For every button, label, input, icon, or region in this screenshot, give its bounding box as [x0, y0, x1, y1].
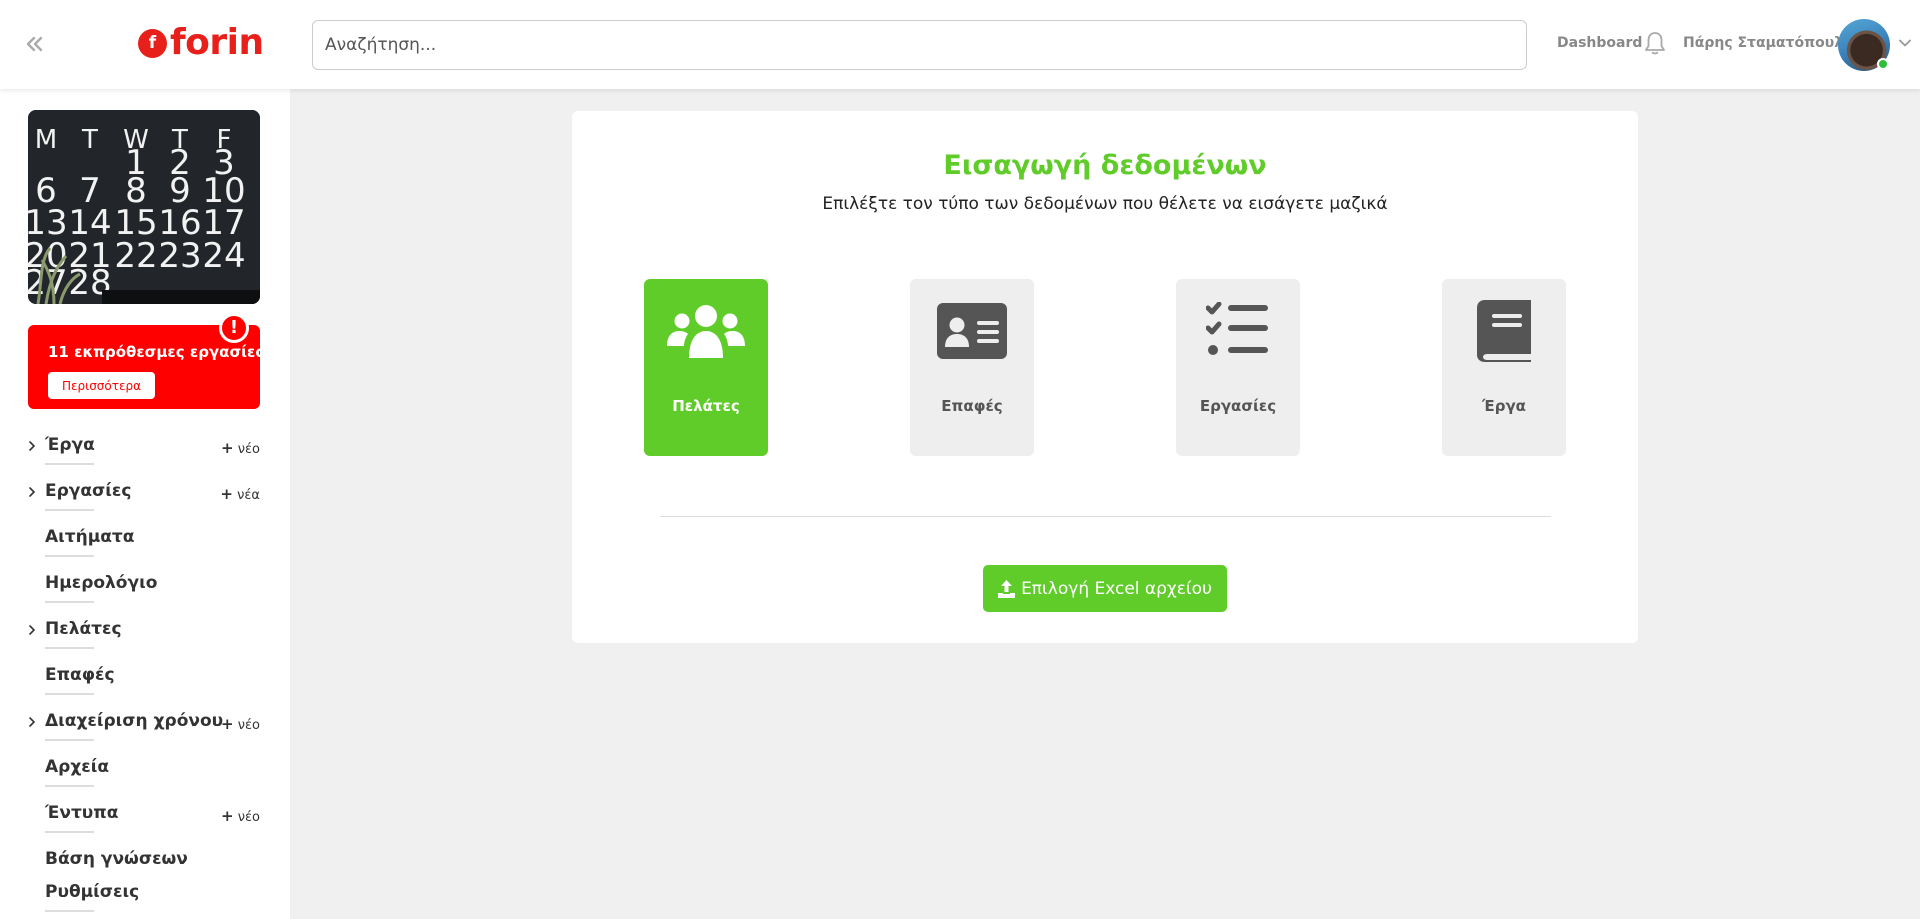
sidebar-item-label: Έντυπα [45, 803, 119, 823]
type-tile-tasks[interactable]: Εργασίες [1176, 279, 1300, 456]
add-new-label: νέο [237, 810, 260, 825]
book-icon [1477, 300, 1531, 362]
logo-mark-icon: f [138, 28, 167, 58]
sidebar-item[interactable]: Έργα + νέο [0, 427, 290, 473]
item-underline [45, 910, 94, 912]
item-underline [45, 463, 94, 465]
page-subtitle: Επιλέξτε τον τύπο των δεδομένων που θέλε… [822, 194, 1388, 214]
calendar-image: M T W T F 1 2 3 6 7 8 9 10 13 14 15 16 17 20 21 22 23 24 27 28 [28, 110, 260, 304]
alert-exclamation-icon: ! [219, 313, 249, 343]
plus-icon: + [220, 485, 233, 503]
divider [660, 516, 1551, 517]
select-excel-label: Επιλογή Excel αρχείου [1021, 578, 1212, 599]
calendar-number: 23 [158, 236, 201, 276]
type-label: Έργα [1482, 397, 1526, 415]
upload-icon [998, 579, 1016, 598]
calendar-number: T [81, 125, 98, 155]
app-logo[interactable]: f forin [138, 22, 264, 64]
chevron-right-icon[interactable] [27, 486, 37, 498]
item-underline [45, 739, 94, 741]
task-list-icon [1206, 302, 1268, 355]
sidebar-nav: Έργα + νέο Εργασίες + νέα Αιτήματα Ημερολόγιο… [0, 427, 290, 919]
sidebar-item[interactable]: Επαφές [0, 657, 290, 703]
plus-icon: + [221, 439, 234, 457]
sidebar-item[interactable]: Διαχείριση χρόνου + νέο [0, 703, 290, 749]
add-new-link[interactable]: + νέο [221, 807, 260, 825]
item-underline [45, 785, 94, 787]
sidebar-item[interactable]: Εργασίες + νέα [0, 473, 290, 519]
overdue-tasks-text: 11 εκπρόθεσμες εργασίες [48, 343, 265, 361]
sidebar-item[interactable]: Αρχεία [0, 749, 290, 795]
type-label: Επαφές [941, 397, 1003, 415]
type-tile-projects[interactable]: Έργα [1442, 279, 1566, 456]
item-underline [45, 509, 94, 511]
type-tile-clients[interactable]: Πελάτες [644, 279, 768, 456]
sidebar-item[interactable]: Ημερολόγιο [0, 565, 290, 611]
calendar-number: 24 [202, 236, 245, 276]
import-card: Εισαγωγή δεδομένων Επιλέξτε τον τύπο των… [572, 111, 1638, 643]
plus-icon: + [221, 715, 234, 733]
calendar-number: M [35, 125, 57, 155]
add-new-label: νέο [237, 442, 260, 457]
sidebar-item-label: Αιτήματα [45, 527, 135, 547]
sidebar-item[interactable]: Ρυθμίσεις [0, 874, 290, 919]
calendar-number: 22 [114, 236, 157, 276]
select-excel-button[interactable]: Επιλογή Excel αρχείου [983, 565, 1227, 612]
top-header: f forin Dashboard Πάρης Σταματόπουλος [0, 0, 1920, 89]
add-new-link[interactable]: + νέο [221, 715, 260, 733]
sidebar-item-label: Διαχείριση χρόνου [45, 711, 224, 731]
sidebar-item-label: Έργα [45, 435, 95, 455]
item-underline [45, 647, 94, 649]
add-new-link[interactable]: + νέα [220, 485, 260, 503]
sidebar-item[interactable]: Αιτήματα [0, 519, 290, 565]
users-icon [667, 305, 745, 358]
plus-icon: + [221, 807, 234, 825]
page-title: Εισαγωγή δεδομένων [943, 150, 1267, 181]
add-new-link[interactable]: + νέο [221, 439, 260, 457]
user-name[interactable]: Πάρης Σταματόπουλος [1683, 35, 1861, 51]
item-underline [45, 831, 94, 833]
contact-card-icon [937, 303, 1007, 359]
add-new-label: νέα [237, 488, 260, 503]
item-underline [45, 601, 94, 603]
item-underline [45, 693, 94, 695]
chevron-down-icon[interactable] [1898, 36, 1912, 50]
type-label: Εργασίες [1199, 397, 1277, 415]
type-tile-contacts[interactable]: Επαφές [910, 279, 1034, 456]
sidebar-item[interactable]: Πελάτες [0, 611, 290, 657]
item-underline [45, 555, 94, 557]
sidebar-item-label: Εργασίες [45, 481, 132, 501]
sidebar-item-label: Ρυθμίσεις [45, 882, 140, 902]
sidebar: M T W T F 1 2 3 6 7 8 9 10 13 14 15 16 17 20 21 22 23 24 27 28 !… [0, 89, 290, 919]
add-new-label: νέο [237, 718, 260, 733]
logo-text: forin [170, 22, 264, 63]
more-button[interactable]: Περισσότερα [48, 372, 155, 399]
chevron-right-icon[interactable] [27, 624, 37, 636]
type-label: Πελάτες [672, 397, 740, 415]
dashboard-link[interactable]: Dashboard [1557, 35, 1642, 51]
online-status-dot [1877, 58, 1889, 70]
sidebar-item-label: Αρχεία [45, 757, 110, 777]
double-chevron-left-icon[interactable] [22, 32, 46, 56]
sidebar-item[interactable]: Έντυπα + νέο [0, 795, 290, 841]
search-input[interactable] [312, 20, 1527, 70]
bell-icon[interactable] [1643, 31, 1667, 57]
sidebar-item-label: Ημερολόγιο [45, 573, 158, 593]
sidebar-item-label: Βάση γνώσεων [45, 849, 188, 869]
chevron-right-icon[interactable] [27, 440, 37, 452]
chevron-right-icon[interactable] [27, 716, 37, 728]
sidebar-item-label: Επαφές [45, 665, 115, 685]
sidebar-item-label: Πελάτες [45, 619, 122, 639]
